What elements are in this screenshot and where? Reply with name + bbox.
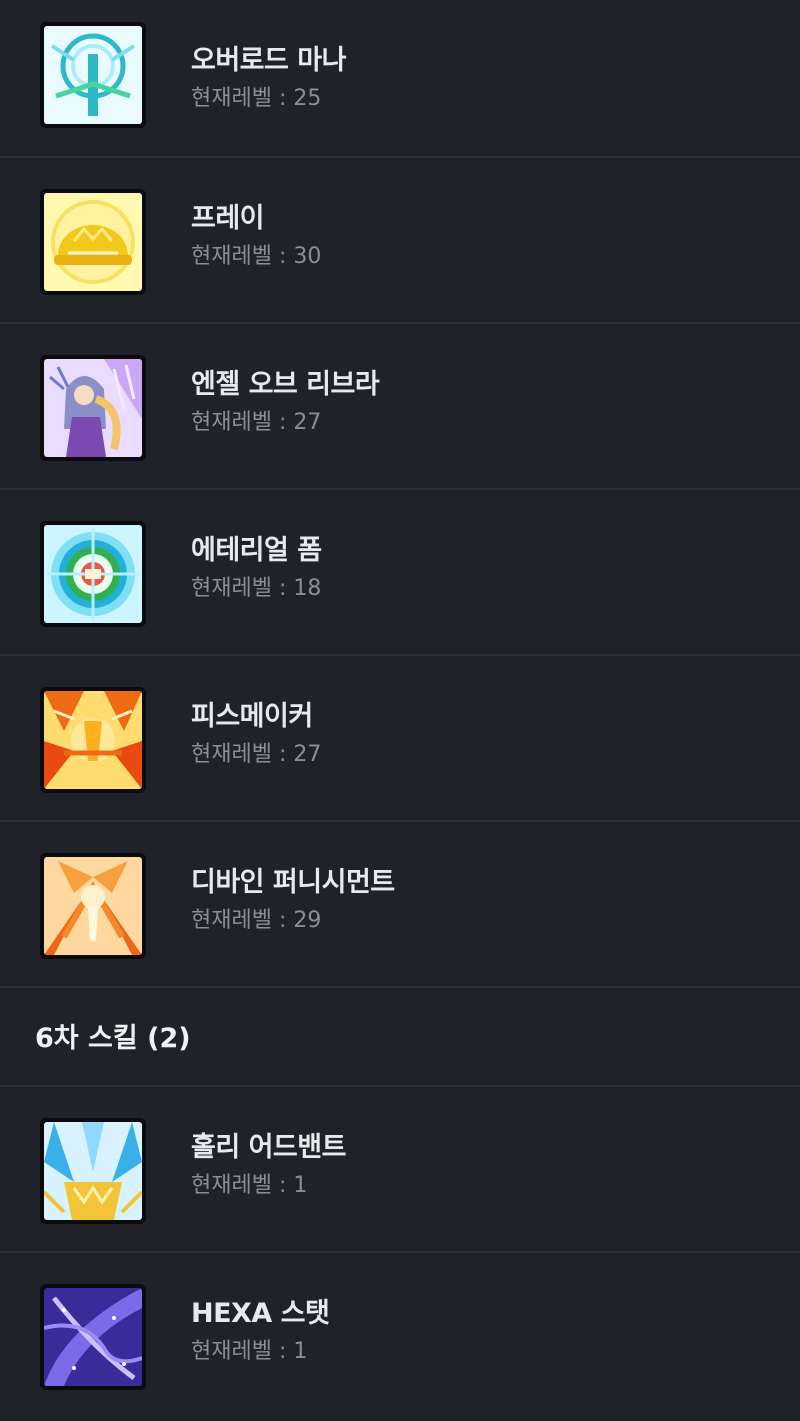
level-value: 29	[293, 908, 322, 933]
skill-level: 현재레벨 : 29	[191, 902, 321, 934]
level-value: 27	[293, 410, 322, 435]
level-prefix: 현재레벨 :	[191, 1173, 294, 1198]
skill-row[interactable]: 디바인 퍼니시먼트 현재레벨 : 29	[0, 822, 800, 988]
level-prefix: 현재레벨 :	[191, 908, 294, 933]
skill-row[interactable]: 에테리얼 폼 현재레벨 : 18	[0, 490, 800, 656]
ethereal-form-icon	[40, 521, 146, 627]
skill-row[interactable]: HEXA 스탯 현재레벨 : 1	[0, 1253, 800, 1419]
skill-name: 프레이	[191, 203, 265, 234]
skill-name: 피스메이커	[191, 701, 313, 732]
skill-name: 오버로드 마나	[191, 45, 346, 76]
skill-row[interactable]: 피스메이커 현재레벨 : 27	[0, 656, 800, 822]
pray-icon	[40, 189, 146, 295]
level-value: 27	[293, 742, 322, 767]
skill-level: 현재레벨 : 18	[191, 570, 321, 602]
level-prefix: 현재레벨 :	[191, 86, 294, 111]
level-prefix: 현재레벨 :	[191, 244, 294, 269]
level-value: 18	[293, 576, 322, 601]
skill-level: 현재레벨 : 1	[191, 1167, 307, 1199]
skill-row[interactable]: 프레이 현재레벨 : 30	[0, 158, 800, 324]
level-value: 25	[293, 86, 322, 111]
skill-level: 현재레벨 : 27	[191, 404, 321, 436]
level-value: 1	[293, 1339, 308, 1364]
overload-mana-icon	[40, 22, 146, 128]
skill-row[interactable]: 오버로드 마나 현재레벨 : 25	[0, 0, 800, 158]
skill-name: 엔젤 오브 리브라	[191, 369, 380, 400]
skill-name: 디바인 퍼니시먼트	[191, 867, 395, 898]
level-value: 1	[293, 1173, 308, 1198]
angel-of-libra-icon	[40, 355, 146, 461]
hexa-stat-icon	[40, 1284, 146, 1390]
skill-row[interactable]: 홀리 어드밴트 현재레벨 : 1	[0, 1087, 800, 1253]
level-prefix: 현재레벨 :	[191, 576, 294, 601]
level-prefix: 현재레벨 :	[191, 742, 294, 767]
holy-advent-icon	[40, 1118, 146, 1224]
skill-name: 홀리 어드밴트	[191, 1132, 346, 1163]
section-title: 6차 스킬 (2)	[35, 1023, 191, 1054]
skill-list: 오버로드 마나 현재레벨 : 25 프레이 현재레벨 : 30 엔젤 오브 리브…	[0, 0, 800, 1419]
skill-name: 에테리얼 폼	[191, 535, 322, 566]
skill-level: 현재레벨 : 27	[191, 736, 321, 768]
skill-name: HEXA 스탯	[191, 1298, 330, 1329]
skill-row[interactable]: 엔젤 오브 리브라 현재레벨 : 27	[0, 324, 800, 490]
divine-punishment-icon	[40, 853, 146, 959]
peacemaker-icon	[40, 687, 146, 793]
skill-level: 현재레벨 : 1	[191, 1333, 307, 1365]
skill-level: 현재레벨 : 30	[191, 238, 321, 270]
section-header: 6차 스킬 (2)	[0, 988, 800, 1087]
level-prefix: 현재레벨 :	[191, 410, 294, 435]
skill-level: 현재레벨 : 25	[191, 80, 321, 112]
level-value: 30	[293, 244, 322, 269]
level-prefix: 현재레벨 :	[191, 1339, 294, 1364]
